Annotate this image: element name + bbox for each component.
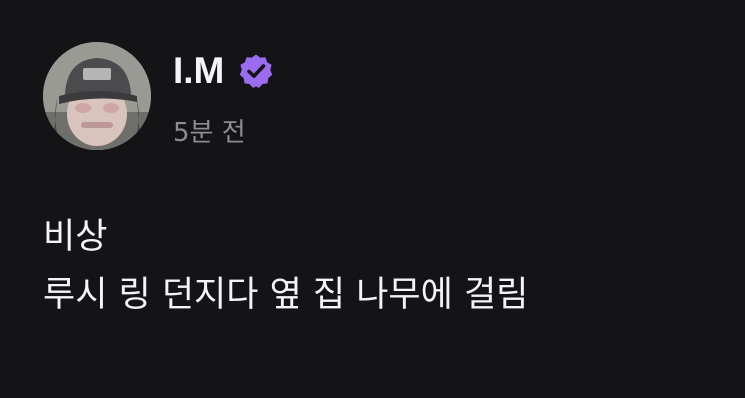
post-body-line: 비상: [43, 217, 108, 257]
post-body: 비상 루시 링 던지다 옆 집 나무에 걸림: [43, 208, 723, 324]
author-row: I.M: [173, 48, 274, 94]
avatar[interactable]: [43, 42, 151, 150]
avatar-photo: [43, 42, 151, 150]
post-body-line: 루시 링 던지다 옆 집 나무에 걸림: [43, 275, 529, 315]
post-timestamp: 5분 전: [173, 118, 246, 148]
verified-badge-icon: [238, 53, 274, 89]
post-card: I.M 5분 전 비상 루시 링 던지다 옆 집 나무에 걸림: [0, 0, 745, 398]
author-name[interactable]: I.M: [173, 48, 224, 94]
